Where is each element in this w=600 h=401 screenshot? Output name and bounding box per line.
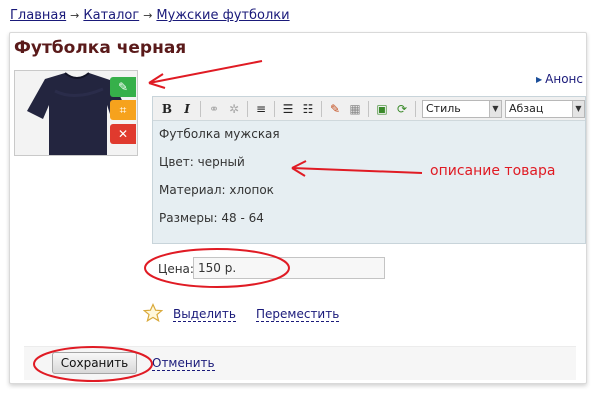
announce-label: Анонс — [545, 72, 583, 86]
product-title[interactable]: Футболка черная — [14, 38, 186, 58]
chevron-down-icon: ▼ — [572, 100, 584, 117]
bullet-list-icon[interactable]: ☰ — [278, 99, 298, 119]
bold-button[interactable]: B — [157, 99, 177, 119]
price-label: Цена: — [158, 262, 194, 276]
price-input[interactable] — [193, 257, 385, 279]
editor-toolbar: B I ⚭ ✲ ≡ ☰ ☷ ✎ ▦ ▣ ⟳ Стиль ▼ Абзац ▼ — [153, 97, 585, 121]
toolbar-divider — [415, 100, 416, 117]
italic-button[interactable]: I — [177, 99, 197, 119]
cancel-link[interactable]: Отменить — [152, 356, 215, 371]
description-line: Материал: хлопок — [159, 183, 274, 197]
breadcrumb: Главная → Каталог → Мужские футболки — [10, 8, 290, 23]
insert-file-icon[interactable]: ⟳ — [392, 99, 412, 119]
edit-image-button[interactable]: ✎ — [110, 77, 136, 97]
crop-image-button[interactable]: ⌗ — [110, 100, 136, 120]
crop-icon: ⌗ — [119, 103, 127, 117]
delete-image-button[interactable]: ✕ — [110, 124, 136, 144]
toolbar-divider — [200, 100, 201, 117]
style-select[interactable]: Стиль ▼ — [422, 99, 502, 118]
breadcrumb-separator: → — [143, 9, 153, 22]
unlink-icon[interactable]: ✲ — [224, 99, 244, 119]
save-button[interactable]: Сохранить — [52, 352, 137, 374]
close-icon: ✕ — [117, 127, 129, 141]
breadcrumb-catalog-link[interactable]: Каталог — [83, 8, 139, 23]
numbered-list-icon[interactable]: ☷ — [298, 99, 318, 119]
move-link[interactable]: Переместить — [256, 307, 340, 322]
triangle-right-icon: ▶ — [536, 75, 543, 84]
breadcrumb-home-link[interactable]: Главная — [10, 8, 66, 23]
announce-toggle[interactable]: ▶ Анонс — [536, 72, 583, 86]
chevron-down-icon: ▼ — [489, 100, 501, 117]
pencil-icon: ✎ — [117, 80, 129, 94]
link-icon[interactable]: ⚭ — [204, 99, 224, 119]
format-select-value: Абзац — [509, 102, 544, 115]
description-line: Цвет: черный — [159, 155, 245, 169]
edit-html-icon[interactable]: ✎ — [325, 99, 345, 119]
toolbar-divider — [247, 100, 248, 117]
insert-image-icon[interactable]: ▣ — [372, 99, 392, 119]
format-select[interactable]: Абзац ▼ — [505, 99, 585, 118]
annotation-label: описание товара — [430, 163, 556, 179]
breadcrumb-category-link[interactable]: Мужские футболки — [156, 8, 289, 23]
toolbar-divider — [321, 100, 322, 117]
toolbar-divider — [274, 100, 275, 117]
description-line: Размеры: 48 - 64 — [159, 211, 264, 225]
breadcrumb-separator: → — [70, 9, 80, 22]
star-icon[interactable] — [143, 303, 163, 323]
highlight-link[interactable]: Выделить — [173, 307, 236, 322]
table-icon[interactable]: ▦ — [345, 99, 365, 119]
style-select-value: Стиль — [426, 102, 461, 115]
toolbar-divider — [368, 100, 369, 117]
description-line: Футболка мужская — [159, 127, 280, 141]
justify-icon[interactable]: ≡ — [251, 99, 271, 119]
